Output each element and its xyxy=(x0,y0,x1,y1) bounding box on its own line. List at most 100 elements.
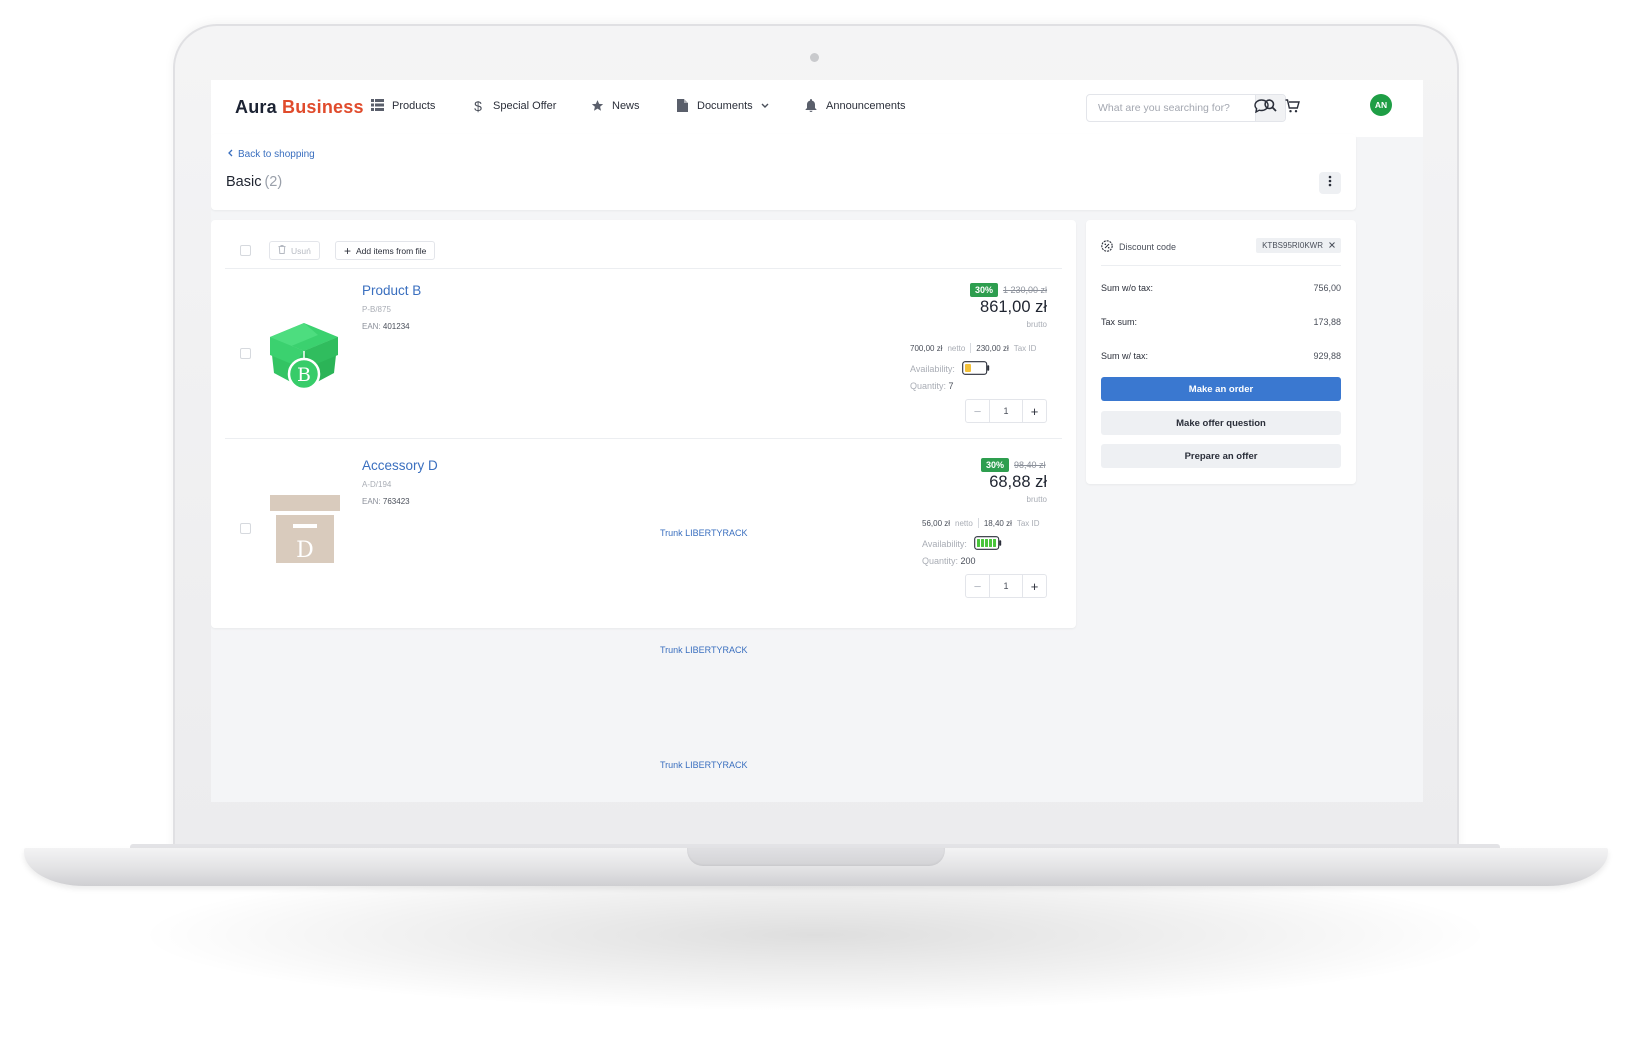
quantity-input[interactable] xyxy=(990,575,1022,597)
discount-code-label: Discount code xyxy=(1101,240,1176,254)
laptop-notch xyxy=(687,848,945,866)
remove-discount-icon[interactable] xyxy=(1329,241,1335,250)
tax-sum-value: 173,88 xyxy=(1313,317,1341,327)
product-price: 68,88 zł xyxy=(989,473,1047,491)
make-offer-question-button[interactable]: Make offer question xyxy=(1101,411,1341,435)
trunk-rack-link[interactable]: Trunk LIBERTYRACK xyxy=(660,760,748,770)
archive-box-icon: D xyxy=(270,495,340,563)
more-options-button[interactable] xyxy=(1319,172,1341,194)
grid-list-icon xyxy=(370,99,384,113)
ean-value: 763423 xyxy=(382,497,410,506)
net-price: 56,00 zł xyxy=(922,518,951,528)
net-label: netto xyxy=(955,518,973,528)
battery-low-icon xyxy=(962,361,990,377)
quantity-value: 200 xyxy=(960,556,976,566)
quantity-input[interactable] xyxy=(990,400,1022,422)
top-navbar: Aura Business Products $ Special Offer N… xyxy=(211,80,1423,137)
stock-quantity: Quantity: 200 xyxy=(922,556,976,566)
nav-announcements[interactable]: Announcements xyxy=(804,99,906,113)
user-avatar[interactable]: AN xyxy=(1370,94,1392,116)
discount-code-value: KTBS95RI0KWR xyxy=(1262,241,1323,250)
sum-without-tax-value: 756,00 xyxy=(1313,283,1341,293)
product-code: A-D/194 xyxy=(362,480,392,489)
nav-announcements-label: Announcements xyxy=(826,100,906,112)
availability: Availability: xyxy=(922,536,1002,552)
basket-item-count: (2) xyxy=(264,174,283,190)
decrease-quantity-button[interactable]: − xyxy=(966,400,990,422)
basket-header: Back to shopping Basic (2) xyxy=(211,134,1356,210)
discount-label-text: Discount code xyxy=(1119,242,1177,252)
net-price: 700,00 zł xyxy=(910,343,943,353)
net-tax-line: 56,00 zł netto 18,40 zł Tax ID xyxy=(922,518,1040,528)
quantity-label: Quantity: xyxy=(910,381,947,391)
sum-without-tax-row: Sum w/o tax: 756,00 xyxy=(1101,283,1341,293)
stock-quantity: Quantity: 7 xyxy=(910,381,954,391)
nav-products[interactable]: Products xyxy=(370,99,435,113)
discount-code-chip: KTBS95RI0KWR xyxy=(1256,238,1341,253)
sum-with-tax-label: Sum w/ tax: xyxy=(1101,351,1149,361)
brand-logo[interactable]: Aura Business xyxy=(235,97,364,118)
search-input[interactable] xyxy=(1087,95,1257,121)
battery-full-icon xyxy=(974,536,1002,552)
cart-icon xyxy=(1285,98,1300,118)
delete-button[interactable]: Usuń xyxy=(269,241,320,260)
kebab-menu-icon xyxy=(1328,174,1332,192)
discount-badge: 30% xyxy=(970,283,999,297)
sum-with-tax-row: Sum w/ tax: 929,88 xyxy=(1101,351,1341,361)
ean-value: 401234 xyxy=(382,322,410,331)
tax-sum-label: Tax sum: xyxy=(1101,317,1138,327)
availability: Availability: xyxy=(910,361,990,377)
select-all-checkbox[interactable] xyxy=(240,245,251,256)
chat-bubble-icon xyxy=(1253,98,1269,118)
tax-sum-row: Tax sum: 173,88 xyxy=(1101,317,1341,327)
increase-quantity-button[interactable]: + xyxy=(1022,575,1046,597)
product-image[interactable]: B xyxy=(264,315,344,395)
nav-documents-label: Documents xyxy=(697,100,753,112)
trunk-rack-link[interactable]: Trunk LIBERTYRACK xyxy=(660,528,748,538)
green-box-icon: B xyxy=(270,323,338,391)
page-title: Basic (2) xyxy=(226,174,282,190)
chat-button[interactable] xyxy=(1252,98,1270,118)
product-name-link[interactable]: Product B xyxy=(362,283,421,298)
quantity-value: 7 xyxy=(948,381,954,391)
trash-icon xyxy=(278,245,286,256)
document-icon xyxy=(675,99,689,113)
availability-label: Availability: xyxy=(922,539,967,549)
item-checkbox[interactable] xyxy=(240,523,251,534)
old-price: 1 230,00 zł xyxy=(1003,285,1048,295)
product-ean: EAN: 401234 xyxy=(362,322,410,331)
discount-badge: 30% xyxy=(981,458,1010,472)
net-tax-line: 700,00 zł netto 230,00 zł Tax ID xyxy=(910,343,1036,353)
brand-name-part1: Aura xyxy=(235,97,277,117)
nav-products-label: Products xyxy=(392,100,436,112)
cart-button[interactable] xyxy=(1283,98,1301,118)
plus-icon: + xyxy=(344,243,352,258)
back-to-shopping-link[interactable]: Back to shopping xyxy=(228,149,315,160)
old-price: 98,40 zł xyxy=(1014,460,1046,470)
decrease-quantity-button[interactable]: − xyxy=(966,575,990,597)
trunk-rack-link[interactable]: Trunk LIBERTYRACK xyxy=(660,645,748,655)
product-image[interactable]: D xyxy=(270,495,340,565)
nav-news[interactable]: News xyxy=(590,99,640,113)
product-ean: EAN: 763423 xyxy=(362,497,410,506)
add-items-from-file-button[interactable]: + Add items from file xyxy=(335,241,436,260)
product-image-letter: D xyxy=(296,538,314,563)
nav-special-offer[interactable]: $ Special Offer xyxy=(471,99,556,113)
net-tax-separator xyxy=(970,343,972,353)
increase-quantity-button[interactable]: + xyxy=(1022,400,1046,422)
dollar-icon: $ xyxy=(474,98,482,114)
nav-documents[interactable]: Documents xyxy=(675,99,769,113)
add-items-label: Add items from file xyxy=(356,245,427,256)
product-code: P-B/875 xyxy=(362,305,391,314)
delete-label: Usuń xyxy=(291,245,311,256)
item-checkbox[interactable] xyxy=(240,348,251,359)
nav-news-label: News xyxy=(612,100,640,112)
chevron-left-icon xyxy=(228,149,233,160)
make-order-button[interactable]: Make an order xyxy=(1101,377,1341,401)
tax-label: Tax ID xyxy=(1016,518,1040,528)
product-name-link[interactable]: Accessory D xyxy=(362,458,438,473)
sum-with-tax-value: 929,88 xyxy=(1313,351,1341,361)
prepare-offer-button[interactable]: Prepare an offer xyxy=(1101,444,1341,468)
tax-amount: 230,00 zł xyxy=(976,343,1009,353)
basket-name: Basic xyxy=(226,174,262,190)
